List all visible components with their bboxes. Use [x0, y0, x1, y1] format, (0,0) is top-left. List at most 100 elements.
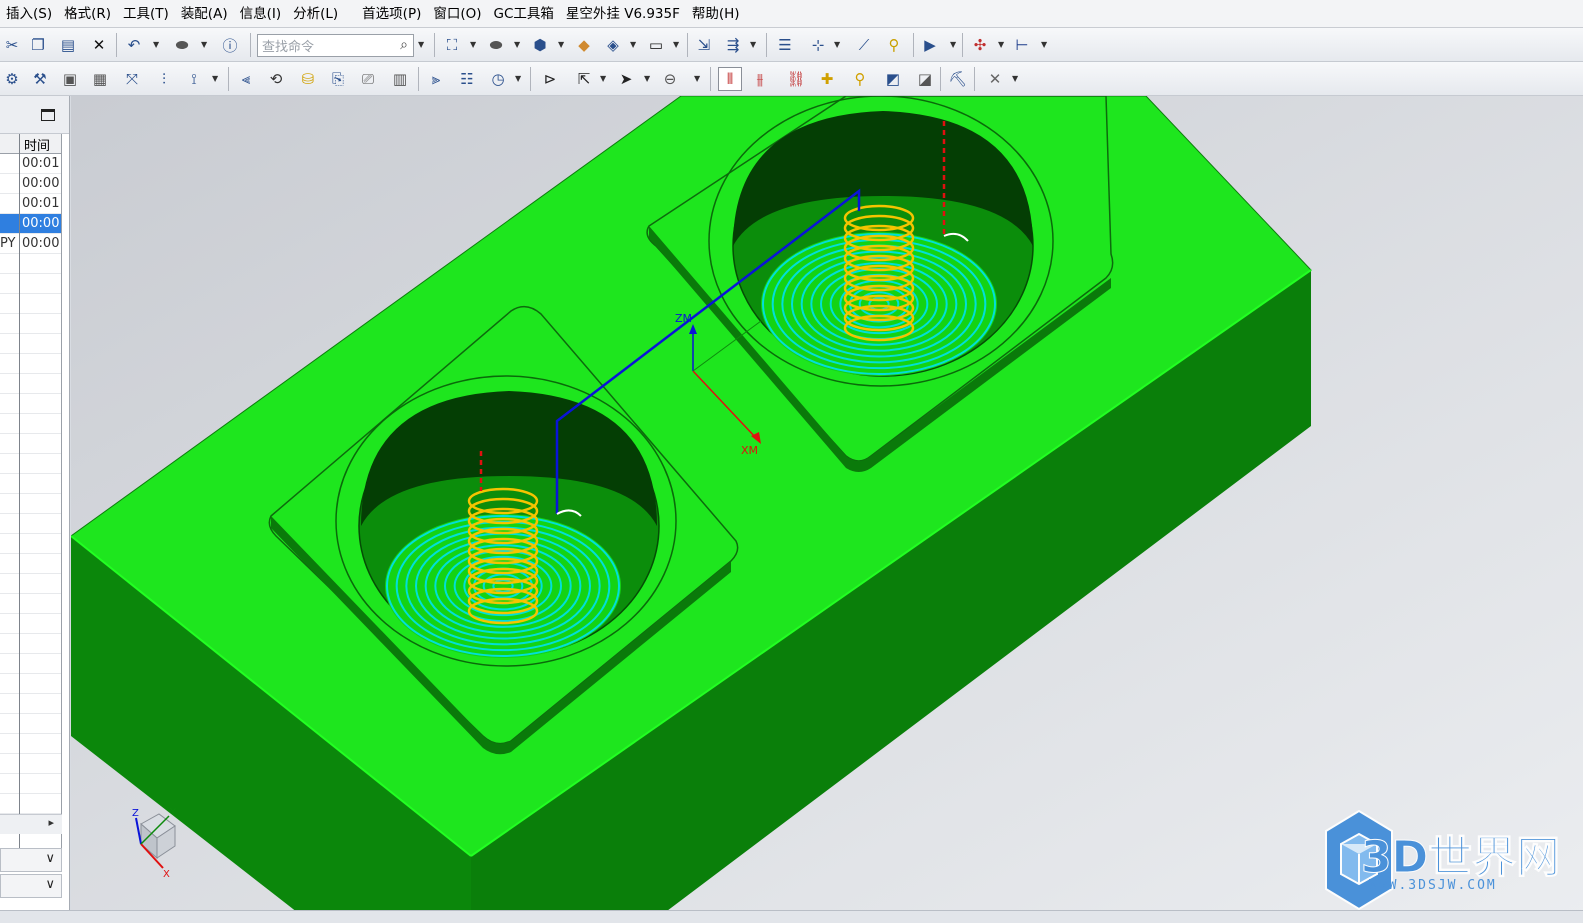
- program-order-view-icon[interactable]: ⫶: [152, 67, 176, 91]
- plugin-icon[interactable]: ⛏: [946, 67, 970, 91]
- edit-section-icon[interactable]: ◆: [572, 33, 596, 57]
- paste-icon[interactable]: ▤: [56, 33, 80, 57]
- display-icon[interactable]: ⊖: [658, 67, 682, 91]
- command-search-input[interactable]: 查找命令 ⌕: [257, 34, 414, 57]
- chevron-down-icon[interactable]: ∨: [45, 851, 55, 866]
- rendering-style-icon[interactable]: ⬬: [484, 33, 508, 57]
- measure-distance-icon[interactable]: ⟋: [852, 33, 876, 57]
- generate-path-icon[interactable]: ▶: [918, 33, 942, 57]
- search-point-icon[interactable]: ⚲: [848, 67, 872, 91]
- copy-icon[interactable]: ❐: [26, 33, 50, 57]
- feedrate-icon[interactable]: ⫸: [424, 67, 448, 91]
- rendering-dropdown-icon[interactable]: ▼: [514, 40, 520, 49]
- operation-list-icon[interactable]: ☷: [455, 67, 479, 91]
- pointer-icon[interactable]: ➤: [614, 67, 638, 91]
- verify-toolpath-icon[interactable]: ⛁: [296, 67, 320, 91]
- snap-point-icon[interactable]: ⊹: [806, 33, 830, 57]
- watermark-brand: 3D世界网: [1361, 832, 1560, 883]
- selection-dropdown-icon[interactable]: ▼: [201, 40, 207, 49]
- select-dropdown-icon[interactable]: ▼: [600, 74, 606, 83]
- menu-analysis[interactable]: 分析(L): [287, 0, 344, 28]
- clock-dropdown-icon[interactable]: ▼: [515, 74, 521, 83]
- orient-dropdown-icon[interactable]: ▼: [558, 40, 564, 49]
- menu-assembly[interactable]: 装配(A): [175, 0, 234, 28]
- create-operation-icon[interactable]: ⤧: [120, 67, 144, 91]
- postprocess-icon[interactable]: ⎘: [326, 67, 350, 91]
- search-icon[interactable]: ⌕: [400, 37, 408, 53]
- navigator-combo-2[interactable]: ∨: [0, 874, 62, 898]
- operation-row[interactable]: 00:01: [0, 194, 62, 214]
- snap-dropdown-icon[interactable]: ▼: [834, 40, 840, 49]
- tool-holder-icon[interactable]: ⛓: [784, 67, 808, 91]
- background-dropdown-icon[interactable]: ▼: [673, 40, 679, 49]
- operation-row[interactable]: PY 00:00: [0, 234, 62, 254]
- menu-format[interactable]: 格式(R): [58, 0, 117, 28]
- show-hide-dropdown-icon[interactable]: ▼: [630, 40, 636, 49]
- close-toolpath-icon[interactable]: ✕: [983, 67, 1007, 91]
- create-tool-icon[interactable]: ⚒: [28, 67, 52, 91]
- menu-xingkong-plugin[interactable]: 星空外挂 V6.935F: [560, 0, 686, 28]
- fit-view-icon[interactable]: ⛶: [440, 33, 464, 57]
- inspect-icon[interactable]: ⚲: [882, 33, 906, 57]
- create-method-icon[interactable]: ▦: [88, 67, 112, 91]
- undo-icon[interactable]: ↶: [122, 33, 146, 57]
- orient-view-icon[interactable]: ⬢: [528, 33, 552, 57]
- generate-dropdown-icon[interactable]: ▼: [950, 40, 956, 49]
- menu-information[interactable]: 信息(I): [234, 0, 288, 28]
- add-point-icon[interactable]: ✚: [815, 67, 839, 91]
- move-object-icon[interactable]: ⇶: [721, 33, 745, 57]
- coordinate-dropdown-icon[interactable]: ▼: [998, 40, 1004, 49]
- operation-row[interactable]: 00:01: [0, 154, 62, 174]
- layer-settings-icon[interactable]: ☰: [773, 33, 797, 57]
- view-dropdown-icon[interactable]: ▼: [212, 74, 218, 83]
- ruler-dropdown-icon[interactable]: ▼: [1041, 40, 1047, 49]
- selection-filter-icon[interactable]: ⬬: [170, 33, 194, 57]
- replay-toolpath-icon[interactable]: ⟲: [264, 67, 288, 91]
- menu-insert[interactable]: 插入(S): [0, 0, 58, 28]
- select-arrow-icon[interactable]: ⇱: [572, 67, 596, 91]
- wcs-orient-icon[interactable]: ⇲: [692, 33, 716, 57]
- shop-doc-icon[interactable]: ⎚: [356, 67, 380, 91]
- toolpath-list-icon[interactable]: ⫵: [748, 67, 772, 91]
- menu-tools[interactable]: 工具(T): [117, 0, 175, 28]
- clock-icon[interactable]: ◷: [486, 67, 510, 91]
- triad-y-label: Y: [169, 807, 177, 818]
- shading-icon[interactable]: ◩: [881, 67, 905, 91]
- display-dropdown-icon[interactable]: ▼: [694, 74, 700, 83]
- chevron-down-icon[interactable]: ∨: [45, 877, 55, 892]
- delete-icon[interactable]: ✕: [87, 33, 111, 57]
- generate-toolpath-icon[interactable]: ⫷: [234, 67, 258, 91]
- menu-gc-toolbox[interactable]: GC工具箱: [488, 0, 560, 28]
- output-cls-icon[interactable]: ▥: [388, 67, 412, 91]
- menu-preferences[interactable]: 首选项(P): [356, 0, 427, 28]
- toolpath-display-toggle-icon[interactable]: ⫴: [718, 67, 742, 91]
- close-dropdown-icon[interactable]: ▼: [1012, 74, 1018, 83]
- coordinate-icon[interactable]: ✣: [968, 33, 992, 57]
- ruler-icon[interactable]: ⊢: [1010, 33, 1034, 57]
- graphics-viewport[interactable]: ZM XM X Z Y 3D世界网 WWW.3DSJW.COM: [71, 96, 1583, 923]
- operation-row-selected[interactable]: 00:00: [0, 214, 62, 234]
- maximize-icon[interactable]: [41, 109, 55, 121]
- move-dropdown-icon[interactable]: ▼: [750, 40, 756, 49]
- empty-row: [0, 794, 62, 814]
- scroll-right-icon[interactable]: ▸: [48, 816, 54, 829]
- operation-row[interactable]: 00:00: [0, 174, 62, 194]
- machine-tool-view-icon[interactable]: ⟟: [182, 67, 206, 91]
- horizontal-scrollbar[interactable]: ▸: [0, 814, 62, 834]
- block-icon[interactable]: ◪: [913, 67, 937, 91]
- pointer-dropdown-icon[interactable]: ▼: [644, 74, 650, 83]
- show-hide-icon[interactable]: ◈: [601, 33, 625, 57]
- undo-dropdown-icon[interactable]: ▼: [153, 40, 159, 49]
- menu-window[interactable]: 窗口(O): [427, 0, 487, 28]
- empty-row: [0, 374, 62, 394]
- create-program-icon[interactable]: ⚙: [0, 67, 24, 91]
- info-object-icon[interactable]: ⓘ: [218, 33, 242, 57]
- menu-help[interactable]: 帮助(H): [686, 0, 746, 28]
- navigator-combo-1[interactable]: ∨: [0, 848, 62, 872]
- create-geometry-icon[interactable]: ▣: [58, 67, 82, 91]
- fit-dropdown-icon[interactable]: ▼: [470, 40, 476, 49]
- cut-icon[interactable]: ✂: [0, 33, 24, 57]
- select-cursor-icon[interactable]: ⊳: [538, 67, 562, 91]
- search-dropdown-icon[interactable]: ▼: [418, 40, 424, 49]
- background-icon[interactable]: ▭: [644, 33, 668, 57]
